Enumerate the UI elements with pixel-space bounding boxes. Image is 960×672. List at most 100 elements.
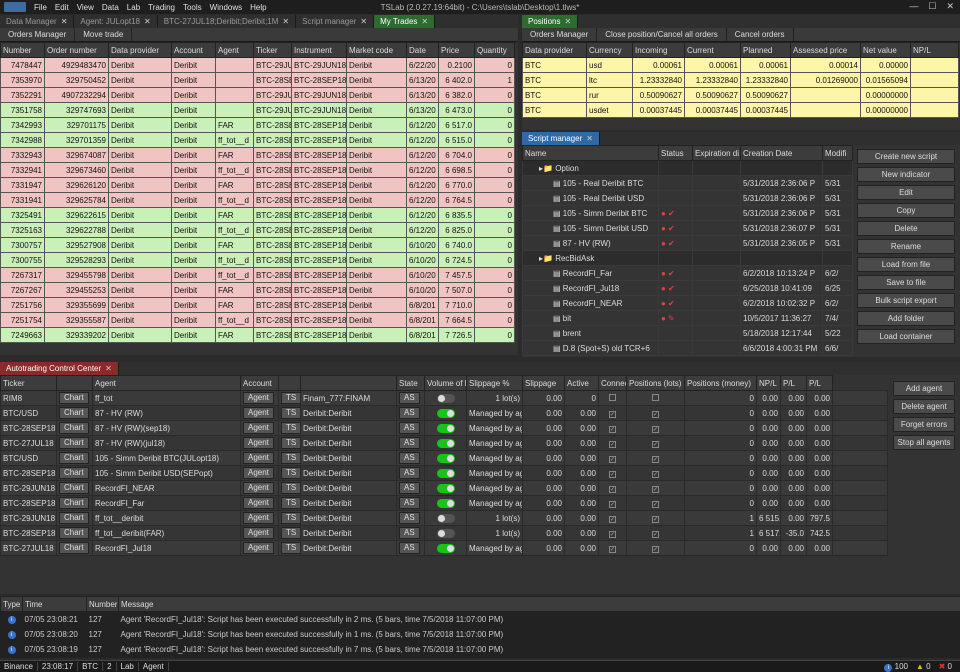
tab-1[interactable]: Agent: JULopt18 ✕: [74, 15, 158, 28]
as-button[interactable]: AS: [399, 542, 420, 554]
position-row[interactable]: BTC usdet 0.00037445 0.00037445 0.00037445 0.…: [522, 102, 959, 118]
info-count[interactable]: i 100: [884, 662, 908, 672]
column-header[interactable]: Order number: [44, 42, 109, 58]
active-checkbox[interactable]: ✓: [609, 530, 616, 538]
positions-toolbar-button[interactable]: Cancel orders: [727, 28, 794, 41]
trade-row[interactable]: 7353970 329750452 Deribit Deribit BTC-28SE BT…: [0, 72, 515, 88]
agent-row[interactable]: BTC-29JUN18 Chart ff_tot__deribit Agent TS De…: [0, 510, 888, 526]
agent-button[interactable]: Agent: [243, 452, 274, 464]
column-header[interactable]: Agent: [92, 375, 241, 391]
state-toggle[interactable]: [436, 408, 455, 418]
column-header[interactable]: Volume of limit: [424, 375, 467, 391]
ts-button[interactable]: TS: [281, 467, 300, 479]
maximize-icon[interactable]: ☐: [928, 1, 936, 12]
sm-button-9[interactable]: Add folder: [857, 311, 955, 326]
script-row[interactable]: ▤ D.8 (Spot+S) old TCR+6 6/6/2018 4:00:31…: [522, 340, 853, 356]
agent-button[interactable]: Agent: [243, 482, 274, 494]
agent-row[interactable]: BTC-28SEP18 Chart 105 - Simm Deribit USD(S…: [0, 465, 888, 481]
column-header[interactable]: Current: [684, 42, 741, 58]
close-icon[interactable]: ✕: [144, 17, 151, 26]
chart-button[interactable]: Chart: [59, 542, 89, 554]
menu-data[interactable]: Data: [102, 3, 119, 12]
trade-row[interactable]: 7342988 329701359 Deribit Deribit ff_tot__d B…: [0, 132, 515, 148]
ts-button[interactable]: TS: [281, 452, 300, 464]
column-header[interactable]: Modifi: [822, 145, 853, 161]
agent-button[interactable]: Agent: [243, 407, 274, 419]
state-toggle[interactable]: [436, 543, 455, 553]
state-toggle[interactable]: [436, 438, 455, 448]
state-toggle[interactable]: [436, 528, 455, 538]
tab-2[interactable]: BTC-27JUL18;Deribit;Deribit;1M ✕: [158, 15, 297, 28]
menu-view[interactable]: View: [77, 3, 94, 12]
sm-button-3[interactable]: Copy: [857, 203, 955, 218]
agent-button[interactable]: Agent: [243, 527, 274, 539]
trade-row[interactable]: 7267267 329455253 Deribit Deribit FAR BTC-28S…: [0, 282, 515, 298]
tab-0[interactable]: Data Manager ✕: [0, 15, 75, 28]
column-header[interactable]: Positions (lots): [626, 375, 685, 391]
agent-row[interactable]: RIM8 Chart ff_tot Agent TS Finam_777:FINAM AS 1…: [0, 390, 888, 406]
trade-row[interactable]: 7332941 329673460 Deribit Deribit ff_tot__d B…: [0, 162, 515, 178]
chart-button[interactable]: Chart: [59, 407, 89, 419]
state-toggle[interactable]: [436, 453, 455, 463]
agent-button[interactable]: Agent: [243, 467, 274, 479]
as-button[interactable]: AS: [399, 452, 420, 464]
column-header[interactable]: Agent: [215, 42, 254, 58]
ts-button[interactable]: TS: [281, 527, 300, 539]
act-button-1[interactable]: Delete agent: [893, 399, 955, 414]
active-checkbox[interactable]: [609, 393, 616, 401]
column-header[interactable]: Account: [240, 375, 279, 391]
log-row[interactable]: i 07/05 23:08:19 127 Agent 'RecordFI_Jul18'…: [0, 641, 960, 657]
column-header[interactable]: NP/L: [910, 42, 959, 58]
column-header[interactable]: Ticker: [0, 375, 57, 391]
trade-row[interactable]: 7331941 329625784 Deribit Deribit ff_tot__d B…: [0, 192, 515, 208]
column-header[interactable]: Message: [118, 596, 960, 612]
column-header[interactable]: Slippage: [522, 375, 565, 391]
close-icon[interactable]: ✕: [564, 17, 571, 26]
trade-row[interactable]: 7300755 329528293 Deribit Deribit ff_tot__d B…: [0, 252, 515, 268]
trade-row[interactable]: 7352291 4907232294 Deribit Deribit BTC-29JU B…: [0, 87, 515, 103]
close-icon[interactable]: ✕: [946, 1, 954, 12]
ts-button[interactable]: TS: [281, 512, 300, 524]
column-header[interactable]: Connected: [598, 375, 627, 391]
as-button[interactable]: AS: [399, 497, 420, 509]
toolbar-button[interactable]: Orders Manager: [0, 28, 76, 41]
as-button[interactable]: AS: [399, 437, 420, 449]
close-icon[interactable]: ✕: [421, 17, 428, 26]
script-row[interactable]: ▤ bit ● ✎ 10/5/2017 11:36:27 7/4/: [522, 310, 853, 326]
column-header[interactable]: Active: [564, 375, 599, 391]
column-header[interactable]: Type: [0, 596, 23, 612]
column-header[interactable]: Instrument: [291, 42, 347, 58]
script-row[interactable]: ▤ 105 - Real Deribit BTC 5/31/2018 2:36:0…: [522, 175, 853, 191]
state-toggle[interactable]: [436, 468, 455, 478]
trade-row[interactable]: 7325163 329622788 Deribit Deribit ff_tot__d B…: [0, 222, 515, 238]
active-checkbox[interactable]: ✓: [609, 545, 616, 553]
column-header[interactable]: State: [396, 375, 425, 391]
close-icon[interactable]: ✕: [360, 17, 367, 26]
as-button[interactable]: AS: [399, 392, 420, 404]
agent-row[interactable]: BTC/USD Chart 87 - HV (RW) Agent TS Deribit:D…: [0, 405, 888, 421]
state-toggle[interactable]: [436, 513, 455, 523]
column-header[interactable]: NP/L: [756, 375, 781, 391]
column-header[interactable]: Time: [22, 596, 87, 612]
positions-toolbar-button[interactable]: Orders Manager: [522, 28, 598, 41]
trade-row[interactable]: 7251756 329355699 Deribit Deribit FAR BTC-28S…: [0, 297, 515, 313]
position-row[interactable]: BTC usd 0.00061 0.00061 0.00061 0.00014 0.0000…: [522, 57, 959, 73]
column-header[interactable]: Incoming: [632, 42, 685, 58]
agent-row[interactable]: BTC-28SEP18 Chart 87 - HV (RW)(sep18) Agent…: [0, 420, 888, 436]
column-header[interactable]: Data provider: [522, 42, 587, 58]
active-checkbox[interactable]: ✓: [609, 500, 616, 508]
column-header[interactable]: Expiration di: [692, 145, 741, 161]
active-checkbox[interactable]: ✓: [609, 410, 616, 418]
log-row[interactable]: i 07/05 23:08:21 127 Agent 'RecordFI_Jul18'…: [0, 611, 960, 627]
sm-button-8[interactable]: Bulk script export: [857, 293, 955, 308]
warning-count[interactable]: ▲ 0: [916, 662, 931, 672]
status-item[interactable]: 2: [103, 662, 117, 671]
close-icon[interactable]: ✕: [282, 17, 289, 26]
trade-row[interactable]: 7251754 329355587 Deribit Deribit ff_tot__d B…: [0, 312, 515, 328]
menu-help[interactable]: Help: [250, 3, 266, 12]
sm-button-1[interactable]: New indicator: [857, 167, 955, 182]
column-header[interactable]: P/L: [806, 375, 833, 391]
sm-button-5[interactable]: Rename: [857, 239, 955, 254]
status-item[interactable]: Lab: [117, 662, 139, 671]
script-row[interactable]: ▤ RecordFI_Far ● ✔ 6/2/2018 10:13:24 P 6/2/: [522, 265, 853, 281]
